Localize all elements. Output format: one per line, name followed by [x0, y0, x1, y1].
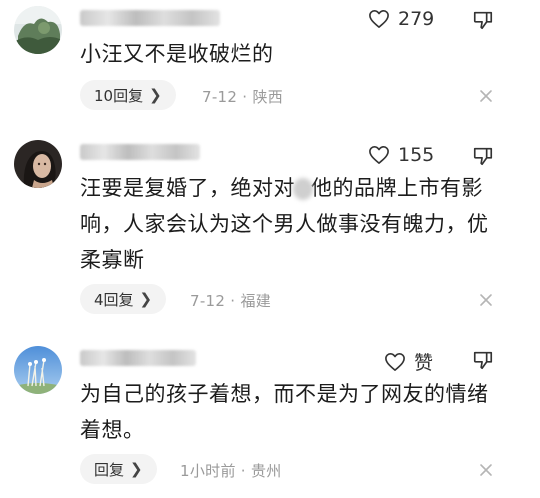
comment-item: 155 汪要是复婚了，绝对对 他的品牌上市有影响，人家会认为这个男人做事没有魄力，… [0, 130, 540, 330]
blurred-character [293, 178, 313, 200]
reply-button[interactable]: 回复 ❯ [80, 454, 157, 484]
heart-outline-icon [369, 10, 389, 28]
chevron-right-icon: ❯ [139, 290, 153, 308]
comment-text: 为自己的孩子着想，而不是为了网友的情绪着想。 [80, 382, 489, 442]
chevron-right-icon: ❯ [130, 460, 143, 478]
like-count: 279 [398, 8, 435, 30]
username-blurred[interactable] [80, 10, 220, 26]
reply-button[interactable]: 10回复 ❯ [80, 80, 176, 110]
comment-meta: 7-12 · 陕西 [202, 88, 284, 106]
comment-meta: 7-12 · 福建 [190, 292, 272, 310]
close-icon[interactable] [478, 462, 494, 478]
heart-outline-icon [385, 352, 405, 371]
close-icon[interactable] [478, 292, 494, 308]
like-label: 赞 [414, 352, 434, 374]
comment-item: 279 小汪又不是收破烂的 10回复 ❯ 7-12 · 陕西 [0, 0, 540, 120]
reply-label: 4回复 [94, 290, 134, 309]
avatar[interactable] [14, 6, 62, 54]
avatar[interactable] [14, 140, 62, 188]
comment-text: 小汪又不是收破烂的 [80, 42, 274, 66]
close-icon[interactable] [478, 88, 494, 104]
username-blurred[interactable] [80, 144, 200, 160]
like-count: 155 [398, 144, 435, 166]
thumbs-down-outline-icon[interactable] [472, 349, 494, 371]
reply-label: 10回复 [94, 86, 144, 105]
reply-label: 回复 [94, 460, 125, 479]
heart-outline-icon [369, 146, 389, 164]
like-button[interactable]: 279 [368, 8, 434, 30]
chevron-right-icon: ❯ [149, 86, 162, 104]
comment-text: 汪要是复婚了，绝对对 他的品牌上市有影响，人家会认为这个男人做事没有魄力，优柔寡断 [80, 170, 490, 278]
thumbs-down-outline-icon[interactable] [472, 9, 494, 31]
like-button[interactable]: 赞 [384, 348, 433, 375]
username-blurred[interactable] [80, 350, 196, 366]
thumbs-down-outline-icon[interactable] [472, 145, 494, 167]
comment-meta: 1小时前 · 贵州 [180, 462, 282, 480]
comment-item: 赞 为自己的孩子着想，而不是为了网友的情绪着想。 回复 ❯ 1小时前 · 贵州 [0, 338, 540, 498]
avatar[interactable] [14, 346, 62, 394]
like-button[interactable]: 155 [368, 144, 434, 166]
reply-button[interactable]: 4回复 ❯ [80, 284, 167, 314]
comment-text-part1: 汪要是复婚了，绝对对 [80, 176, 295, 200]
